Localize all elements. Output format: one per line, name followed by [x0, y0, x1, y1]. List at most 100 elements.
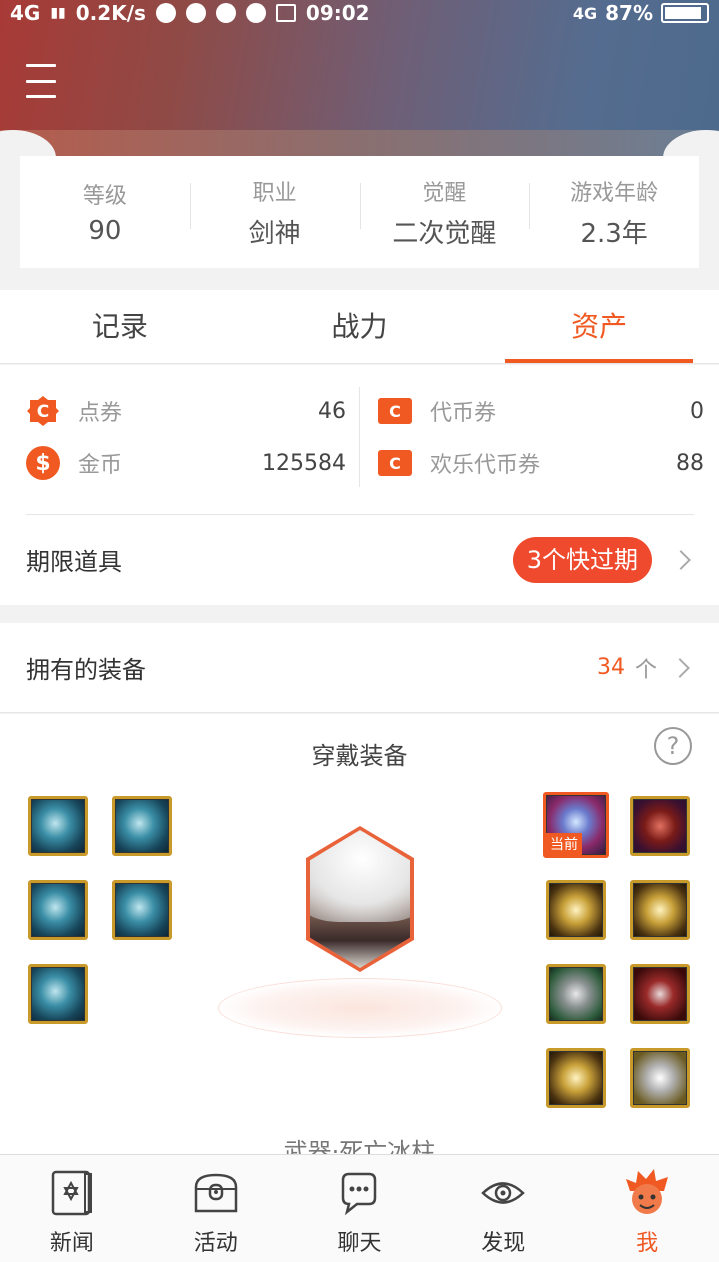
- owned-equipment-count: 34: [596, 655, 625, 680]
- equipment-slot-subequipment[interactable]: [546, 964, 606, 1024]
- assets-left-column: C 点券 46 $ 金币 125584: [26, 385, 346, 491]
- worn-equipment-panel: 穿戴装备 ? 当前 武器·死亡冰柱: [0, 714, 719, 1154]
- current-tag: 当前: [546, 833, 582, 855]
- asset-value: 46: [318, 398, 346, 424]
- activity-chest-icon: [192, 1169, 240, 1217]
- equipment-slot-shoes[interactable]: [28, 964, 88, 1024]
- tab-records[interactable]: 记录: [0, 290, 240, 363]
- limited-items-title: 期限道具: [26, 548, 122, 576]
- assets-panel: C 点券 46 $ 金币 125584 C 代币券 0 C 欢乐代币券 88 期…: [0, 365, 719, 605]
- stat-value: 2.3年: [580, 218, 648, 249]
- token-voucher-icon: C: [378, 394, 412, 428]
- chevron-right-icon: [671, 549, 691, 570]
- svg-text:C: C: [37, 402, 49, 422]
- equipment-slot-bracelet[interactable]: [546, 880, 606, 940]
- stat-awakening: 觉醒 二次觉醒: [359, 175, 530, 250]
- equipment-slot-top[interactable]: [112, 796, 172, 856]
- nav-label: 发现: [481, 1231, 526, 1256]
- qq-icon: [155, 3, 176, 23]
- stat-level: 等级 90: [20, 178, 190, 246]
- header-banner-band: [0, 130, 719, 156]
- asset-value: 125584: [262, 450, 346, 476]
- worn-equipment-title: 穿戴装备: [311, 742, 408, 770]
- help-icon[interactable]: ?: [654, 727, 692, 765]
- stat-label: 游戏年龄: [570, 180, 659, 206]
- asset-name: 点券: [78, 401, 123, 426]
- tab-assets[interactable]: 资产: [479, 290, 719, 363]
- equipment-slot-bottom[interactable]: [28, 880, 88, 940]
- character-portrait: [310, 830, 410, 968]
- asset-name: 欢乐代币券: [430, 453, 541, 478]
- happy-token-voucher-icon: C: [378, 446, 412, 480]
- stat-game-age: 游戏年龄 2.3年: [529, 175, 699, 250]
- profile-tabs: 记录 战力 资产: [0, 290, 719, 364]
- dollar-notification-icon: [275, 4, 296, 22]
- owned-equipment-unit: 个: [634, 657, 657, 683]
- stat-value: 剑神: [248, 218, 301, 249]
- discover-eye-icon: [479, 1169, 527, 1217]
- equipment-slot-earring[interactable]: [546, 1048, 606, 1108]
- expiring-badge: 3个快过期: [512, 536, 652, 583]
- asset-row-token-voucher: C 代币券 0: [378, 385, 704, 437]
- asset-name: 代币券: [430, 401, 497, 426]
- equipment-slot-title[interactable]: [630, 796, 690, 856]
- stat-class: 职业 剑神: [189, 175, 360, 250]
- stat-label: 等级: [82, 184, 127, 209]
- battery-icon: [661, 3, 709, 23]
- asset-value: 0: [690, 398, 704, 424]
- nav-label: 聊天: [337, 1231, 382, 1256]
- equipment-slot-belt[interactable]: [112, 880, 172, 940]
- profile-stats-card: 等级 90 职业 剑神 觉醒 二次觉醒 游戏年龄 2.3年: [20, 156, 699, 268]
- check-circle-icon: [245, 3, 266, 23]
- me-avatar-icon: [623, 1169, 671, 1217]
- asset-row-gold: $ 金币 125584: [26, 437, 346, 489]
- asset-name: 金币: [78, 453, 123, 478]
- assets-divider: [359, 387, 360, 487]
- bottom-navigation: 新闻 活动 聊天 发现 我: [0, 1154, 719, 1262]
- network-type: 4G: [10, 1, 41, 25]
- signal-bars-icon: ▮▮: [50, 5, 66, 21]
- equipment-slot-shoulder[interactable]: [28, 796, 88, 856]
- gold-coin-icon: $: [26, 446, 60, 480]
- asset-value: 88: [676, 450, 704, 476]
- nav-activity[interactable]: 活动: [144, 1155, 288, 1262]
- point-coupon-icon: C: [26, 394, 60, 428]
- character-stage-circle: [218, 978, 502, 1038]
- nav-label: 活动: [193, 1231, 238, 1256]
- owned-equipment-row[interactable]: 拥有的装备 34 个: [0, 623, 719, 713]
- assets-right-column: C 代币券 0 C 欢乐代币券 88: [378, 385, 704, 491]
- equipment-slot-necklace[interactable]: [630, 880, 690, 940]
- character-hair: [310, 832, 410, 922]
- stat-label: 职业: [252, 180, 297, 206]
- equipment-slot-magic-stone[interactable]: [630, 1048, 690, 1108]
- network-speed: 0.2K/s: [75, 1, 146, 25]
- owned-equipment-title: 拥有的装备: [26, 656, 146, 684]
- nav-discover[interactable]: 发现: [431, 1155, 575, 1262]
- equipment-slot-ring[interactable]: [630, 964, 690, 1024]
- character-avatar[interactable]: [306, 826, 414, 972]
- nav-me[interactable]: 我: [575, 1155, 719, 1262]
- nav-label: 我: [636, 1231, 659, 1256]
- signal-type: 4G: [572, 3, 598, 23]
- nav-news[interactable]: 新闻: [0, 1155, 144, 1262]
- shield-icon: [215, 3, 236, 23]
- chevron-right-icon: [670, 657, 690, 678]
- clock: 09:02: [305, 1, 370, 25]
- stat-value: 二次觉醒: [392, 218, 497, 249]
- chat-bubble-icon: [335, 1169, 383, 1217]
- nav-label: 新闻: [49, 1231, 94, 1256]
- message-icon: [185, 3, 206, 23]
- weapon-name-label: 武器·死亡冰柱: [283, 1138, 436, 1154]
- status-bar: 4G ▮▮ 0.2K/s 09:02 4G 87%: [0, 0, 719, 26]
- stat-value: 90: [88, 216, 122, 246]
- battery-percent: 87%: [605, 1, 653, 25]
- stat-label: 觉醒: [422, 180, 467, 206]
- equipment-slot-weapon[interactable]: 当前: [543, 792, 609, 858]
- asset-row-points: C 点券 46: [26, 385, 346, 437]
- menu-icon[interactable]: [26, 64, 56, 98]
- asset-row-happy-token-voucher: C 欢乐代币券 88: [378, 437, 704, 489]
- news-book-icon: [48, 1169, 96, 1217]
- nav-chat[interactable]: 聊天: [288, 1155, 432, 1262]
- limited-items-row[interactable]: 期限道具 3个快过期: [26, 514, 694, 604]
- tab-combat-power[interactable]: 战力: [240, 290, 480, 363]
